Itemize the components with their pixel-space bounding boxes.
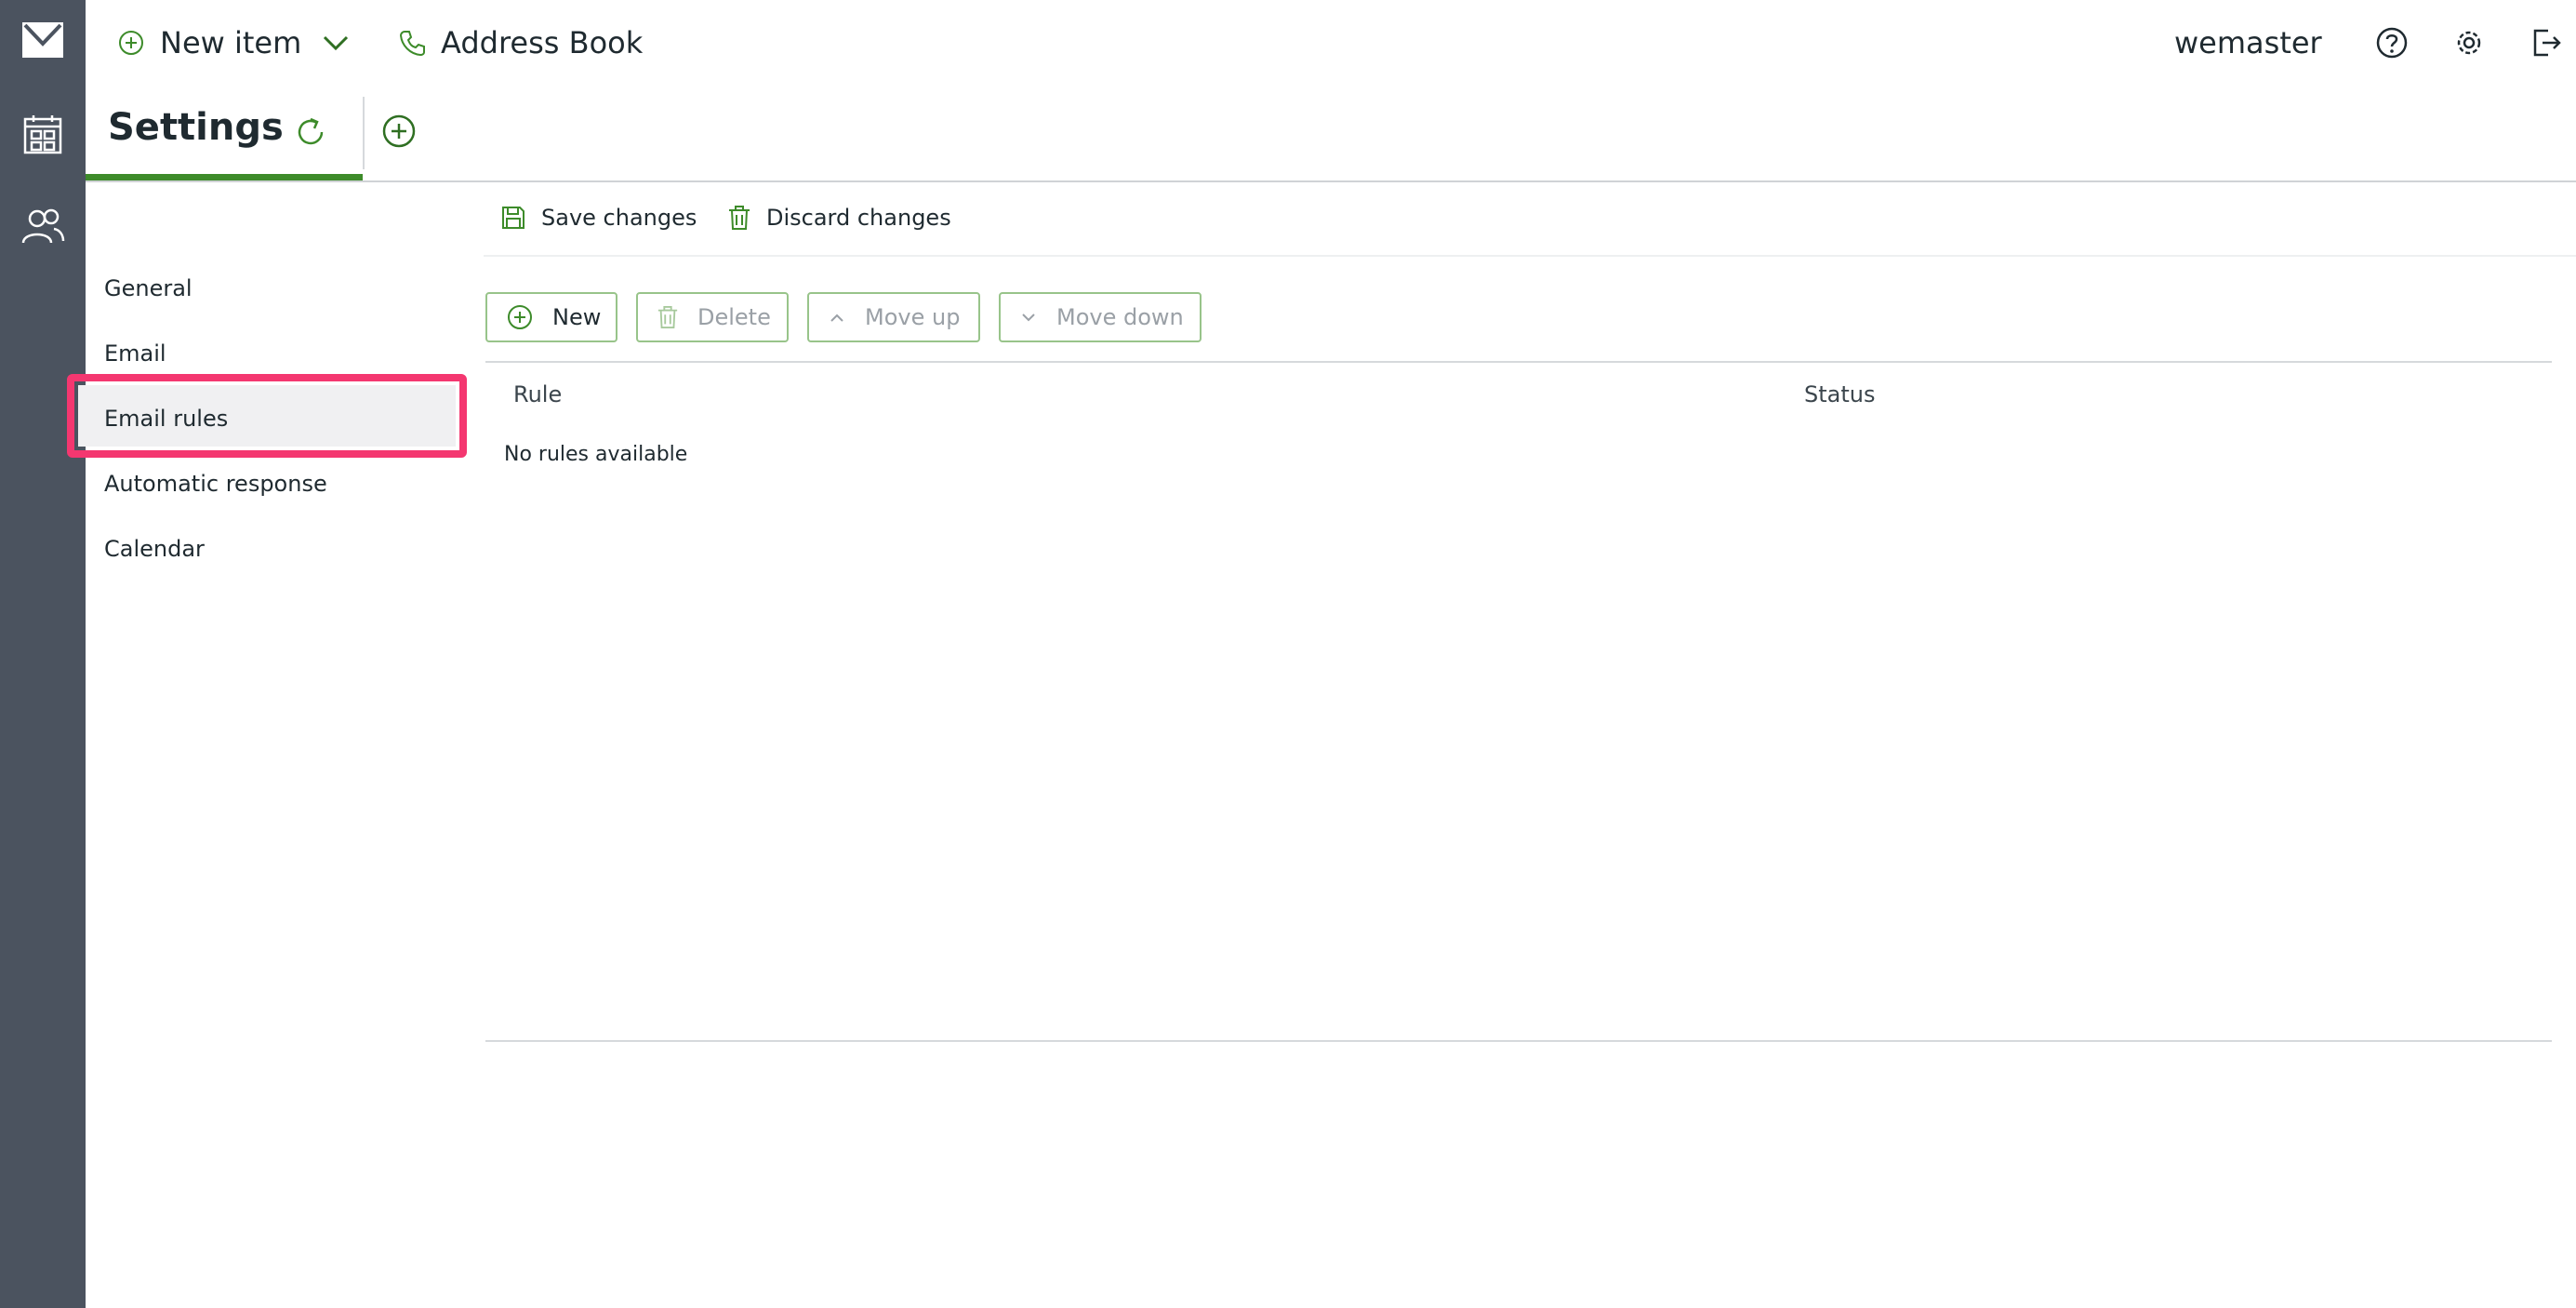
discard-changes-button[interactable]: Discard changes bbox=[727, 199, 951, 236]
rules-table: Rule Status No rules available bbox=[485, 361, 2552, 1042]
tab-settings-label: Settings bbox=[108, 106, 284, 149]
top-bar: New item Address Book wemaster bbox=[86, 0, 2576, 86]
new-rule-button[interactable]: New bbox=[485, 292, 617, 342]
address-book-button[interactable]: Address Book bbox=[398, 0, 643, 86]
username-label[interactable]: wemaster bbox=[2174, 0, 2322, 86]
tab-settings[interactable]: Settings bbox=[86, 86, 363, 180]
settings-toolbar: Save changes Discard changes bbox=[484, 180, 2576, 257]
discard-changes-label: Discard changes bbox=[766, 205, 951, 231]
plus-circle-icon bbox=[119, 31, 143, 55]
sidebar-item-email[interactable]: Email bbox=[104, 340, 166, 367]
tab-bar: Settings bbox=[86, 86, 2576, 182]
empty-rules-message: No rules available bbox=[504, 443, 688, 466]
save-changes-button[interactable]: Save changes bbox=[500, 199, 697, 236]
chevron-down-icon bbox=[1022, 314, 1035, 322]
tab-separator bbox=[363, 97, 365, 169]
phone-icon bbox=[399, 31, 425, 57]
add-tab-icon[interactable] bbox=[381, 113, 417, 149]
address-book-label: Address Book bbox=[441, 25, 644, 60]
sidebar-item-calendar[interactable]: Calendar bbox=[104, 536, 205, 562]
refresh-icon[interactable] bbox=[292, 113, 329, 151]
sidebar-item-automatic-response[interactable]: Automatic response bbox=[104, 471, 327, 497]
help-icon[interactable] bbox=[2375, 0, 2409, 86]
save-icon bbox=[502, 207, 524, 229]
trash-icon bbox=[657, 306, 678, 328]
chevron-down-icon[interactable] bbox=[322, 33, 350, 52]
sidebar-item-email-rules[interactable]: Email rules bbox=[104, 406, 228, 432]
column-header-rule[interactable]: Rule bbox=[513, 381, 562, 407]
sidebar-item-general[interactable]: General bbox=[104, 275, 193, 301]
column-header-status[interactable]: Status bbox=[1804, 381, 1875, 407]
move-up-label: Move up bbox=[865, 304, 961, 330]
move-down-label: Move down bbox=[1056, 304, 1184, 330]
trash-icon bbox=[729, 206, 750, 230]
app-bar bbox=[0, 0, 86, 1308]
delete-rule-button[interactable]: Delete bbox=[636, 292, 789, 342]
calendar-icon[interactable] bbox=[20, 112, 66, 158]
new-rule-label: New bbox=[552, 304, 602, 330]
chevron-up-icon bbox=[830, 314, 843, 322]
new-item-label: New item bbox=[160, 25, 302, 60]
logout-icon[interactable] bbox=[2531, 0, 2563, 86]
move-up-button[interactable]: Move up bbox=[807, 292, 980, 342]
move-down-button[interactable]: Move down bbox=[999, 292, 1202, 342]
settings-gear-icon[interactable] bbox=[2453, 0, 2485, 86]
plus-circle-icon bbox=[508, 305, 532, 329]
contacts-icon[interactable] bbox=[20, 203, 66, 249]
new-item-button[interactable]: New item bbox=[117, 0, 350, 86]
delete-rule-label: Delete bbox=[697, 304, 771, 330]
mail-icon[interactable] bbox=[20, 17, 66, 63]
save-changes-label: Save changes bbox=[541, 205, 697, 231]
